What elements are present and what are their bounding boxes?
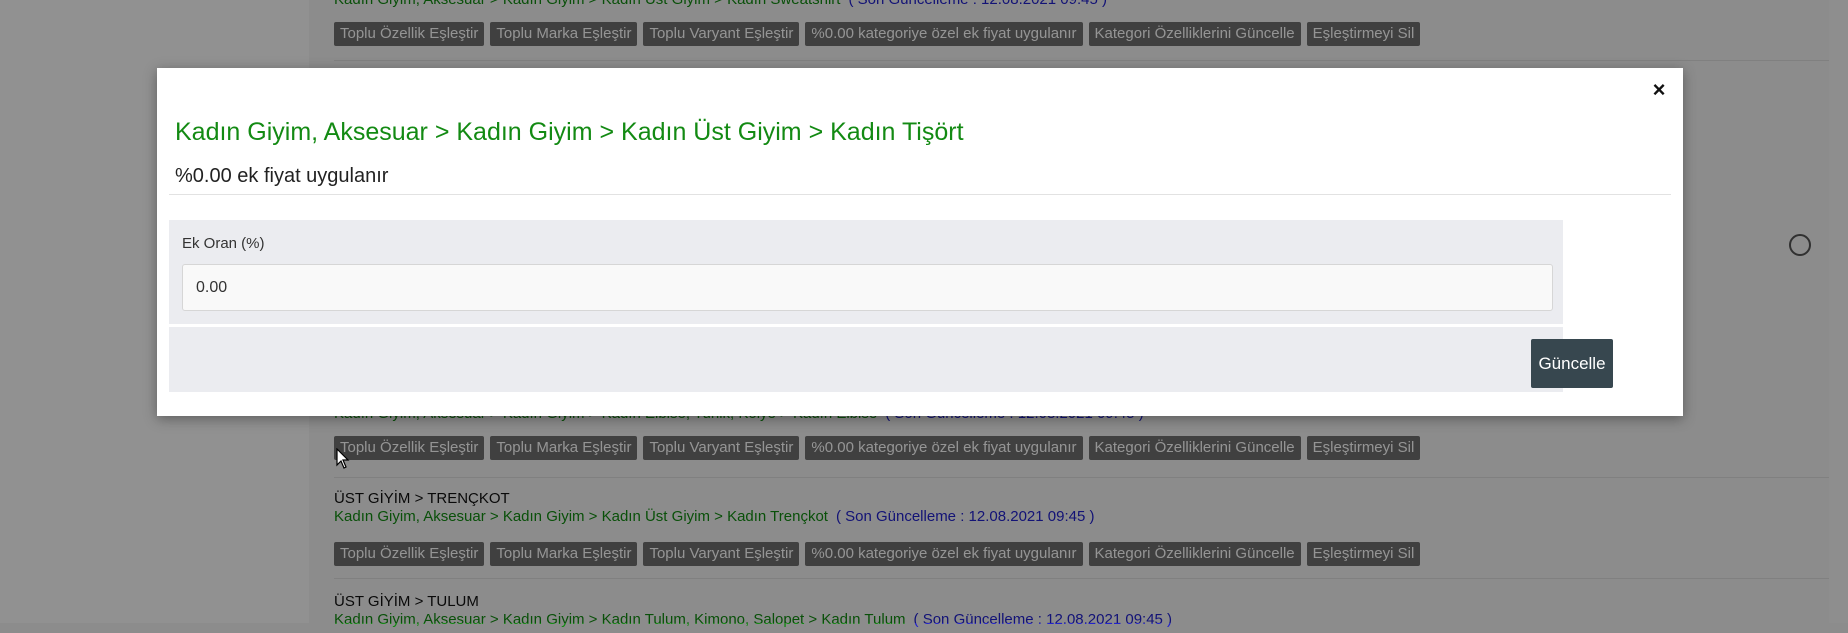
panel-divider <box>169 324 1563 327</box>
modal-subtitle: %0.00 ek fiyat uygulanır <box>175 165 389 187</box>
close-icon[interactable]: × <box>1647 78 1671 102</box>
divider <box>169 194 1671 195</box>
form-panel: Ek Oran (%) Güncelle <box>169 220 1613 392</box>
extra-rate-label: Ek Oran (%) <box>182 235 265 252</box>
extra-rate-input[interactable] <box>182 264 1553 311</box>
extra-price-modal: × Kadın Giyim, Aksesuar > Kadın Giyim > … <box>157 68 1683 416</box>
update-button[interactable]: Güncelle <box>1531 339 1613 388</box>
modal-title: Kadın Giyim, Aksesuar > Kadın Giyim > Ka… <box>175 118 964 146</box>
